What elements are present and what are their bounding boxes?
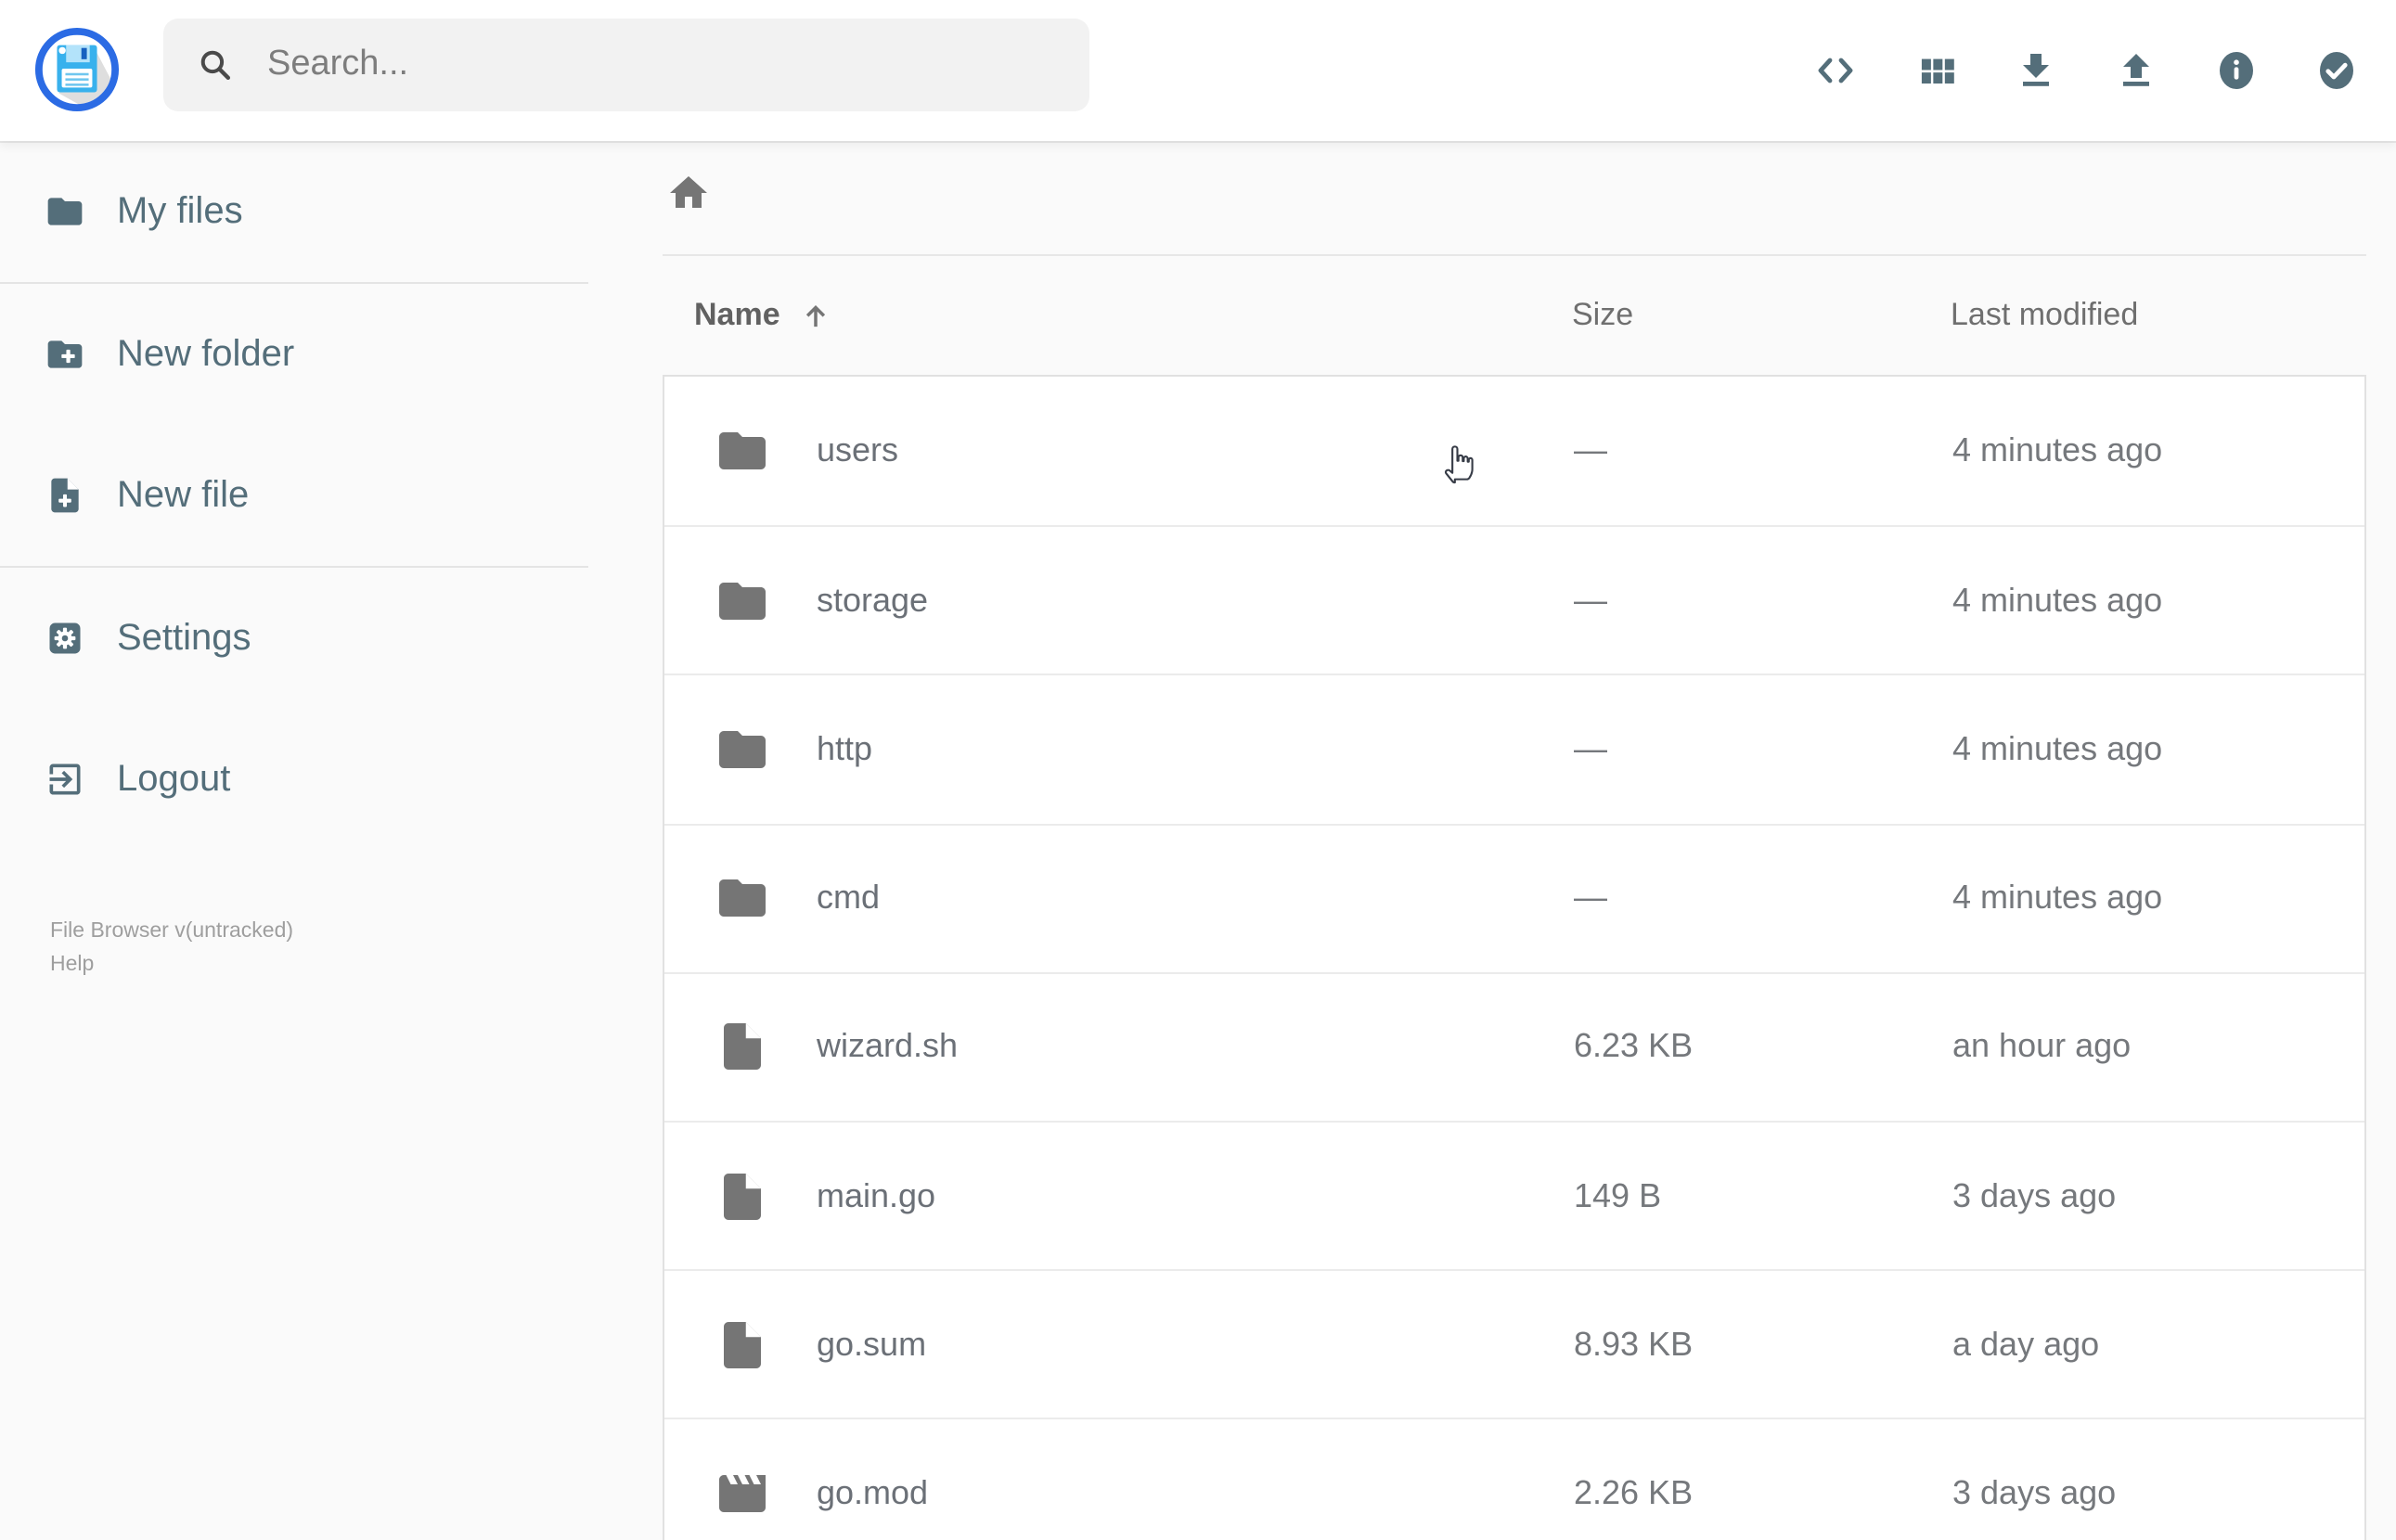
search-bar bbox=[163, 19, 1089, 111]
search-icon bbox=[200, 50, 231, 81]
sidebar: My files New folder New file Settings Lo… bbox=[0, 141, 588, 1540]
file-modified: 4 minutes ago bbox=[1952, 729, 2163, 767]
file-icon bbox=[715, 1020, 770, 1075]
logout-icon bbox=[49, 764, 81, 795]
sidebar-item-settings[interactable]: Settings bbox=[0, 568, 588, 709]
file-row[interactable]: http — 4 minutes ago bbox=[664, 674, 2364, 823]
sidebar-item-new-folder[interactable]: New folder bbox=[0, 284, 588, 425]
switch-view-button[interactable] bbox=[1899, 30, 1973, 111]
movie-icon bbox=[715, 1466, 770, 1521]
sidebar-footer: File Browser v(untracked) Help bbox=[50, 917, 293, 982]
file-icon bbox=[715, 1316, 770, 1372]
sort-by-size-header[interactable]: Size bbox=[1572, 288, 1633, 343]
new-folder-icon bbox=[47, 340, 83, 368]
folder-icon bbox=[715, 722, 770, 777]
sort-by-name-header[interactable]: Name bbox=[694, 288, 834, 343]
file-name: go.mod bbox=[817, 1473, 929, 1511]
name-column-label: Name bbox=[694, 297, 780, 332]
folder-icon bbox=[715, 870, 770, 926]
file-size: — bbox=[1574, 581, 1607, 619]
file-size: 149 B bbox=[1574, 1176, 1662, 1214]
download-button[interactable] bbox=[1999, 30, 2073, 111]
file-modified: 3 days ago bbox=[1952, 1473, 2117, 1511]
info-icon bbox=[2220, 52, 2253, 89]
top-bar bbox=[0, 0, 2396, 141]
code-icon bbox=[1818, 58, 1853, 83]
file-size: — bbox=[1574, 431, 1607, 469]
file-name: go.sum bbox=[817, 1325, 927, 1363]
help-link[interactable]: Help bbox=[50, 949, 293, 982]
file-row[interactable]: main.go 149 B 3 days ago bbox=[664, 1120, 2364, 1269]
sidebar-item-label: Settings bbox=[117, 617, 251, 658]
raw-code-button[interactable] bbox=[1798, 30, 1873, 111]
file-modified: a day ago bbox=[1952, 1325, 2100, 1363]
file-modified: 4 minutes ago bbox=[1952, 879, 2163, 917]
file-name: cmd bbox=[817, 879, 881, 917]
upload-button[interactable] bbox=[2099, 30, 2173, 111]
file-modified: an hour ago bbox=[1952, 1027, 2132, 1065]
file-modified: 4 minutes ago bbox=[1952, 431, 2163, 469]
file-size: 8.93 KB bbox=[1574, 1325, 1694, 1363]
file-row[interactable]: go.mod 2.26 KB 3 days ago bbox=[664, 1418, 2364, 1540]
grid-view-icon bbox=[1920, 58, 1953, 83]
listing-header: Name Size Last modified bbox=[663, 288, 2366, 343]
sidebar-item-my-files[interactable]: My files bbox=[0, 141, 588, 282]
file-row[interactable]: wizard.sh 6.23 KB an hour ago bbox=[664, 971, 2364, 1121]
file-browser-app: My files New folder New file bbox=[0, 0, 2396, 1540]
sidebar-item-new-file[interactable]: New file bbox=[0, 425, 588, 566]
file-modified: 3 days ago bbox=[1952, 1176, 2117, 1214]
file-row[interactable]: users — 4 minutes ago bbox=[664, 377, 2364, 525]
file-size: 6.23 KB bbox=[1574, 1027, 1694, 1065]
sidebar-item-label: My files bbox=[117, 190, 243, 231]
folder-icon bbox=[715, 573, 770, 629]
upload-icon bbox=[2123, 54, 2149, 86]
sidebar-item-label: New folder bbox=[117, 333, 295, 374]
file-name: wizard.sh bbox=[817, 1027, 959, 1065]
app-version-text: File Browser v(untracked) bbox=[50, 920, 294, 943]
info-button[interactable] bbox=[2199, 30, 2274, 111]
folder-icon bbox=[47, 198, 83, 225]
select-multiple-button[interactable] bbox=[2299, 30, 2374, 111]
new-file-icon bbox=[51, 478, 79, 513]
settings-icon bbox=[49, 622, 81, 654]
sidebar-item-label: New file bbox=[117, 474, 250, 515]
file-name: http bbox=[817, 729, 873, 767]
file-row[interactable]: go.sum 8.93 KB a day ago bbox=[664, 1269, 2364, 1418]
file-icon bbox=[715, 1168, 770, 1224]
sidebar-item-label: Logout bbox=[117, 758, 231, 799]
file-row[interactable]: storage — 4 minutes ago bbox=[664, 525, 2364, 674]
breadcrumb-divider bbox=[663, 254, 2366, 256]
sort-by-modified-header[interactable]: Last modified bbox=[1951, 288, 2138, 343]
file-browser-logo[interactable] bbox=[33, 26, 121, 113]
search-input[interactable] bbox=[264, 43, 1060, 87]
home-icon bbox=[670, 176, 707, 208]
file-size: — bbox=[1574, 879, 1607, 917]
floppy-disk-logo-icon bbox=[34, 27, 120, 112]
download-icon bbox=[2023, 54, 2049, 86]
check-circle-icon bbox=[2320, 52, 2353, 89]
file-row[interactable]: cmd — 4 minutes ago bbox=[664, 823, 2364, 971]
arrow-up-icon bbox=[806, 304, 826, 327]
file-name: users bbox=[817, 431, 899, 469]
file-size: 2.26 KB bbox=[1574, 1473, 1694, 1511]
file-name: storage bbox=[817, 581, 929, 619]
folder-icon bbox=[715, 423, 770, 479]
file-modified: 4 minutes ago bbox=[1952, 581, 2163, 619]
file-size: — bbox=[1574, 729, 1607, 767]
file-name: main.go bbox=[817, 1176, 936, 1214]
breadcrumb-home-button[interactable] bbox=[666, 171, 711, 215]
toolbar-actions bbox=[1798, 30, 2374, 111]
sidebar-item-logout[interactable]: Logout bbox=[0, 709, 588, 850]
file-list: users — 4 minutes ago storage — 4 minute… bbox=[663, 375, 2366, 1540]
